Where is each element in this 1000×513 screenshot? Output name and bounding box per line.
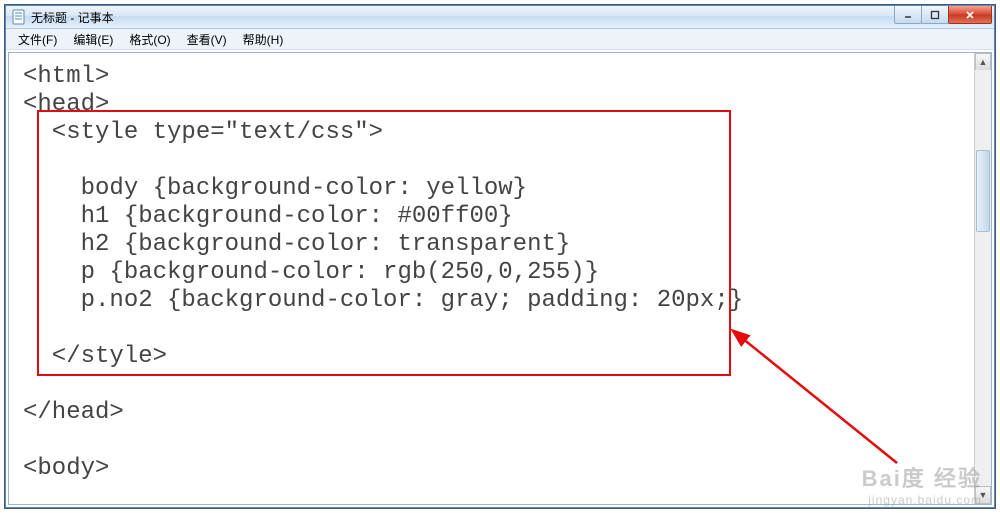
- menu-edit[interactable]: 编辑(E): [65, 29, 121, 50]
- menu-view[interactable]: 查看(V): [179, 29, 235, 50]
- menu-format[interactable]: 格式(O): [121, 29, 178, 50]
- client-frame: <html> <head> <style type="text/css"> bo…: [8, 52, 992, 505]
- menu-bar: 文件(F) 编辑(E) 格式(O) 查看(V) 帮助(H): [6, 29, 994, 50]
- menu-file[interactable]: 文件(F): [10, 29, 65, 50]
- close-button[interactable]: [948, 6, 992, 24]
- scrollbar-up-arrow[interactable]: ▲: [975, 53, 991, 71]
- scrollbar-down-arrow[interactable]: ▼: [975, 486, 991, 504]
- title-bar[interactable]: 无标题 - 记事本: [6, 6, 994, 29]
- text-editor[interactable]: <html> <head> <style type="text/css"> bo…: [9, 53, 974, 504]
- notepad-window: 无标题 - 记事本 文件(F) 编辑(E) 格式(O) 查看(V) 帮助(H) …: [5, 5, 995, 508]
- vertical-scrollbar[interactable]: ▲ ▼: [974, 53, 991, 504]
- window-controls: [895, 6, 992, 24]
- scrollbar-thumb[interactable]: [976, 150, 990, 232]
- menu-help[interactable]: 帮助(H): [235, 29, 292, 50]
- minimize-button[interactable]: [894, 6, 922, 24]
- maximize-button[interactable]: [921, 6, 949, 24]
- scrollbar-track[interactable]: [975, 70, 991, 487]
- notepad-icon: [11, 9, 27, 25]
- window-title: 无标题 - 记事本: [31, 9, 114, 26]
